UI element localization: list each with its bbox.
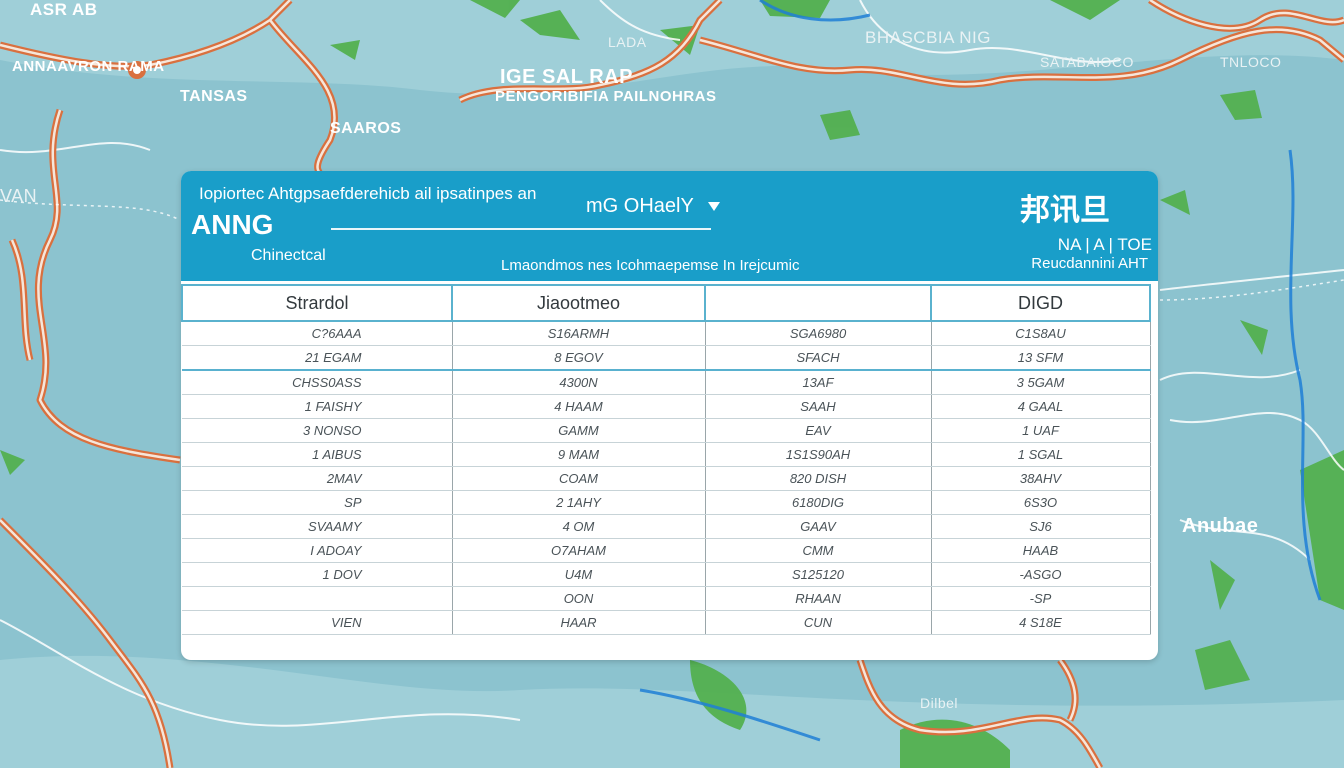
table-row[interactable]: C?6AAA S16ARMH SGA6980 C1S8AU — [182, 321, 1151, 346]
table-cell: -ASGO — [931, 562, 1151, 587]
table-cell: SGA6980 — [705, 321, 932, 346]
table-cell: 2MAV — [182, 466, 453, 491]
table-cell: 1 DOV — [182, 562, 453, 587]
table-row[interactable]: 3 NONSO GAMM EAV 1 UAF — [182, 418, 1151, 443]
panel-tagline: Iopiortec Ahtgpsaefderehicb ail ipsatinp… — [199, 184, 537, 203]
table-cell: OON — [452, 586, 706, 611]
table-cell: SAAH — [705, 394, 932, 419]
map-label: ASR AB — [30, 0, 98, 19]
table-cell: HAAR — [452, 610, 706, 635]
header-divider — [331, 228, 711, 230]
map-label: BHASCBIA NIG — [865, 28, 991, 47]
table-cell: HAAB — [931, 538, 1151, 563]
map-label: ANNAAVRON RAMA — [12, 58, 165, 75]
table-cell: 6180DIG — [705, 490, 932, 515]
table-cell: 21 EGAM — [182, 345, 453, 371]
map-label: VAN — [0, 186, 38, 206]
table-cell: GAAV — [705, 514, 932, 539]
table-cell: 4300N — [452, 370, 706, 395]
table-row[interactable]: I ADOAY O7AHAM CMM HAAB — [182, 538, 1151, 563]
map-label: SAAROS — [330, 120, 402, 137]
table-cell: 9 MAM — [452, 442, 706, 467]
table-cell: 13 SFM — [931, 345, 1151, 371]
table-cell: GAMM — [452, 418, 706, 443]
table-cell: RHAAN — [705, 586, 932, 611]
table-cell: 1S1S90AH — [705, 442, 932, 467]
table-cell: 13AF — [705, 370, 932, 395]
panel-right-sub: Reucdannini AHT — [1031, 255, 1148, 272]
table-cell: CUN — [705, 610, 932, 635]
panel-center-subtitle: Lmaondmos nes Icohmaepemse In Irejcumic — [501, 257, 800, 274]
table-cell: O7AHAM — [452, 538, 706, 563]
table-cell: 38AHV — [931, 466, 1151, 491]
table-row[interactable]: SVAAMY 4 OM GAAV SJ6 — [182, 514, 1151, 539]
center-title-text: mG OHaelY — [586, 195, 694, 217]
table-cell: 820 DISH — [705, 466, 932, 491]
table-cell: I ADOAY — [182, 538, 453, 563]
panel-right-code: NA | A | TOE — [1057, 235, 1152, 254]
table-cell: 4 HAAM — [452, 394, 706, 419]
table-cell: 1 SGAL — [931, 442, 1151, 467]
table-cell: CMM — [705, 538, 932, 563]
table-row[interactable]: CHSS0ASS 4300N 13AF 3 5GAM — [182, 370, 1151, 395]
table-cell: U4M — [452, 562, 706, 587]
table-cell: 1 AIBUS — [182, 442, 453, 467]
panel-right-title: 邦讯旦 — [1020, 194, 1110, 227]
column-header[interactable]: Jiaootmeo — [451, 284, 706, 322]
table-row[interactable]: 1 FAISHY 4 HAAM SAAH 4 GAAL — [182, 394, 1151, 419]
marker-icon — [707, 202, 720, 212]
table-cell: SFACH — [705, 345, 932, 371]
table-cell: 3 5GAM — [931, 370, 1151, 395]
table-cell: COAM — [452, 466, 706, 491]
schedule-table: Strardol Jiaootmeo DIGD C?6AAA S16ARMH SGA… — [181, 284, 1151, 635]
table-cell: 8 EGOV — [452, 345, 706, 371]
table-row[interactable]: 1 DOV U4M S125120 -ASGO — [182, 562, 1151, 587]
table-cell — [182, 586, 453, 611]
table-cell: -SP — [931, 586, 1151, 611]
table-row[interactable]: 1 AIBUS 9 MAM 1S1S90AH 1 SGAL — [182, 442, 1151, 467]
table-cell: 3 NONSO — [182, 418, 453, 443]
table-cell: C1S8AU — [931, 321, 1151, 346]
column-header[interactable]: Strardol — [181, 284, 453, 322]
table-cell: 1 FAISHY — [182, 394, 453, 419]
map-label: TNLOCO — [1220, 54, 1282, 70]
table-cell: 4 S18E — [931, 610, 1151, 635]
table-cell: EAV — [705, 418, 932, 443]
table-cell: C?6AAA — [182, 321, 453, 346]
table-cell: S16ARMH — [452, 321, 706, 346]
table-header-row: Strardol Jiaootmeo DIGD — [181, 284, 1151, 322]
schedule-table-wrap: Strardol Jiaootmeo DIGD C?6AAA S16ARMH SGA… — [181, 281, 1158, 660]
table-cell: 4 OM — [452, 514, 706, 539]
map-label: Anubae — [1182, 515, 1259, 537]
table-cell: CHSS0ASS — [182, 370, 453, 395]
table-cell: 6S3O — [931, 490, 1151, 515]
table-cell: 2 1AHY — [452, 490, 706, 515]
table-cell: SP — [182, 490, 453, 515]
panel-header: Iopiortec Ahtgpsaefderehicb ail ipsatinp… — [181, 171, 1158, 281]
map-label: IGE SAL RAP — [500, 66, 633, 88]
map-label: Dilbel — [920, 695, 959, 711]
panel-brand: ANNG — [191, 209, 274, 240]
table-cell: SJ6 — [931, 514, 1151, 539]
panel-center-title: mG OHaelY — [586, 195, 720, 218]
column-header[interactable]: DIGD — [930, 284, 1151, 322]
column-header[interactable] — [704, 284, 932, 322]
table-row[interactable]: VIEN HAAR CUN 4 S18E — [182, 610, 1151, 635]
table-cell: 1 UAF — [931, 418, 1151, 443]
map-label: SATABAIOCO — [1040, 54, 1134, 70]
schedule-panel: Iopiortec Ahtgpsaefderehicb ail ipsatinp… — [181, 171, 1158, 660]
table-row[interactable]: 2MAV COAM 820 DISH 38AHV — [182, 466, 1151, 491]
table-row[interactable]: OON RHAAN -SP — [182, 586, 1151, 611]
table-row[interactable]: 21 EGAM 8 EGOV SFACH 13 SFM — [182, 345, 1151, 371]
table-row[interactable]: SP 2 1AHY 6180DIG 6S3O — [182, 490, 1151, 515]
table-cell: 4 GAAL — [931, 394, 1151, 419]
map-label: PENGORIBIFIA PAILNOHRAS — [495, 88, 717, 105]
table-cell: VIEN — [182, 610, 453, 635]
table-cell: SVAAMY — [182, 514, 453, 539]
table-cell: S125120 — [705, 562, 932, 587]
map-label: LADA — [608, 34, 647, 50]
panel-sub-brand: Chinectcal — [251, 247, 326, 264]
map-label: TANSAS — [180, 88, 248, 105]
